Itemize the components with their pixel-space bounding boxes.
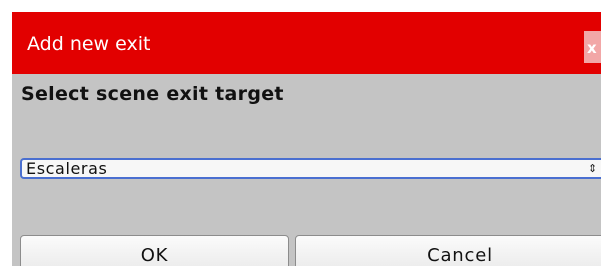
dialog-titlebar[interactable]: Add new exit x [12, 12, 601, 74]
updown-arrows-icon: ⇕ [588, 162, 598, 175]
select-target-heading: Select scene exit target [21, 83, 284, 105]
ok-button[interactable]: OK [20, 235, 289, 266]
add-exit-dialog: Add new exit x Select scene exit target … [12, 12, 601, 266]
close-button[interactable]: x [584, 31, 601, 63]
page: Add new exit x Select scene exit target … [0, 0, 601, 266]
dialog-title: Add new exit [27, 33, 151, 55]
exit-target-select[interactable]: Escaleras ⇕ [20, 158, 601, 179]
close-icon: x [587, 39, 597, 57]
cancel-button[interactable]: Cancel [295, 235, 601, 266]
exit-target-value: Escaleras [26, 159, 108, 178]
